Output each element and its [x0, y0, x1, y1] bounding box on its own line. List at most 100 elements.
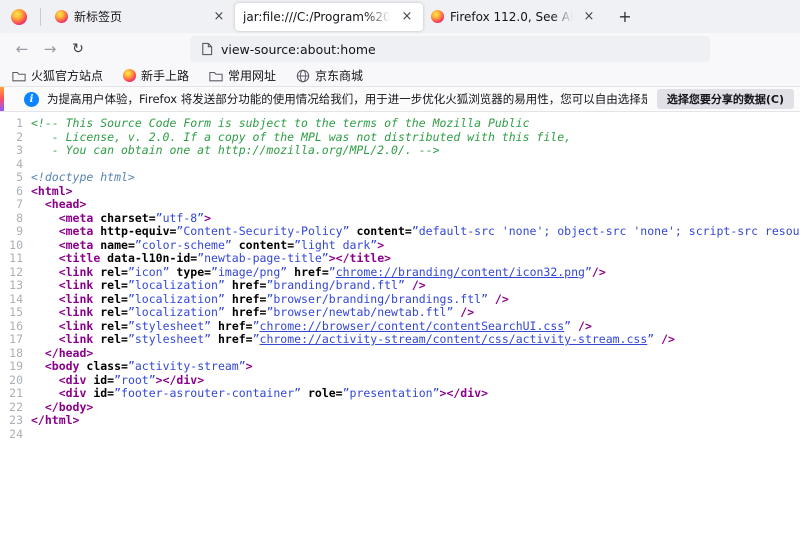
source-token-value: ”branding/brand.ftl” [266, 278, 404, 292]
source-token-value: ”localization” [128, 278, 225, 292]
source-token-comment: - You can obtain one at http://mozilla.o… [31, 143, 440, 157]
source-token-value: ”Content-Security-Policy” [176, 224, 349, 238]
tab-close-icon[interactable]: × [399, 9, 415, 25]
back-button[interactable]: ← [8, 36, 36, 62]
line-number: 18 [5, 347, 23, 361]
source-token-tag: > [204, 211, 211, 225]
tab-separator [40, 8, 41, 26]
code-line: 22 </body> [5, 401, 800, 415]
source-token-tag: <html> [31, 184, 73, 198]
source-link[interactable]: chrome://browser/content/contentSearchUI… [260, 319, 565, 333]
tab-firefox-release-notes[interactable]: Firefox 112.0, See All New Fea × [423, 3, 605, 31]
source-token-text [31, 373, 59, 387]
line-number: 17 [5, 333, 23, 347]
source-token-text [31, 359, 45, 373]
line-number: 2 [5, 131, 23, 145]
source-link[interactable]: chrome://branding/content/icon32.png [336, 265, 585, 279]
code-line: 15 <link rel=”localization” href=”browse… [5, 306, 800, 320]
bookmark-label: 火狐官方站点 [31, 67, 103, 84]
source-token-text [31, 238, 59, 252]
tab-jar-file-active[interactable]: jar:file:///C:/Program%20Files/Mo × [235, 3, 423, 31]
source-token-value: ”light dark” [294, 238, 377, 252]
forward-button[interactable]: → [36, 36, 64, 62]
line-number: 15 [5, 306, 23, 320]
source-token-text [31, 386, 59, 400]
line-number: 20 [5, 374, 23, 388]
source-token-value: ”activity-stream” [128, 359, 246, 373]
source-token-attr: href= [211, 332, 253, 346]
code-line: 18 </head> [5, 347, 800, 361]
tab-new-tab-page[interactable]: 新标签页 × [47, 3, 235, 31]
source-token-attr: href= [211, 319, 253, 333]
folder-icon [209, 69, 223, 83]
source-token-tag: <link [59, 278, 94, 292]
source-token-text [31, 292, 59, 306]
source-token-attr: id= [86, 386, 114, 400]
firefox-app-button[interactable] [4, 3, 34, 31]
code-line: 1<!-- This Source Code Form is subject t… [5, 117, 800, 131]
source-token-value: ”footer-asrouter-container” [114, 386, 301, 400]
source-token-value: ”newtab-page-title” [197, 251, 329, 265]
code-line: 19 <body class=”activity-stream”> [5, 360, 800, 374]
bookmark-getting-started[interactable]: 新手上路 [123, 67, 189, 84]
source-token-tag: <div [59, 373, 87, 387]
source-token-attr: rel= [93, 319, 128, 333]
code-line: 7 <head> [5, 198, 800, 212]
new-tab-button[interactable]: + [611, 4, 639, 30]
source-token-value: ” [585, 265, 592, 279]
source-token-attr: class= [79, 359, 127, 373]
source-token-tag: /> [405, 278, 426, 292]
bookmark-common-sites[interactable]: 常用网址 [209, 67, 276, 84]
source-token-tag: /> [654, 332, 675, 346]
tab-bar: 新标签页 × jar:file:///C:/Program%20Files/Mo… [0, 0, 800, 33]
tab-close-icon[interactable]: × [211, 9, 227, 25]
source-token-attr: rel= [93, 265, 128, 279]
source-token-attr: charset= [93, 211, 155, 225]
source-token-value: ” [329, 265, 336, 279]
tab-close-icon[interactable]: × [581, 9, 597, 25]
url-text: view-source:about:home [221, 42, 376, 57]
line-number: 9 [5, 225, 23, 239]
source-token-text [31, 251, 59, 265]
page-icon [199, 42, 213, 56]
source-token-attr: rel= [93, 305, 128, 319]
code-line: 12 <link rel=”icon” type=”image/png” hre… [5, 266, 800, 280]
source-token-value: ”localization” [128, 305, 225, 319]
source-token-tag: <body [45, 359, 80, 373]
globe-icon [296, 69, 310, 83]
source-token-tag: ></title> [329, 251, 391, 265]
source-token-tag: <meta [59, 211, 94, 225]
source-token-tag: <meta [59, 224, 94, 238]
choose-shared-data-button[interactable]: 选择您要分享的数据(C) [657, 89, 794, 109]
code-line: 14 <link rel=”localization” href=”browse… [5, 293, 800, 307]
source-token-value: ”icon” [128, 265, 170, 279]
tab-label: Firefox 112.0, See All New Fea [450, 10, 575, 24]
line-number: 6 [5, 185, 23, 199]
bookmark-firefox-official[interactable]: 火狐官方站点 [12, 67, 103, 84]
bookmarks-toolbar: 火狐官方站点 新手上路 常用网址 京东商城 [0, 65, 800, 86]
source-token-value: ” [253, 332, 260, 346]
source-token-text [31, 305, 59, 319]
line-number: 3 [5, 144, 23, 158]
bookmark-jd-mall[interactable]: 京东商城 [296, 67, 363, 84]
tab-label: 新标签页 [74, 8, 205, 25]
browser-window: { "tabs": { "items": [ { "label": "新标签页"… [0, 0, 800, 533]
code-line: 16 <link rel=”stylesheet” href=”chrome:/… [5, 320, 800, 334]
source-token-attr: type= [170, 265, 212, 279]
source-token-value: ”browser/newtab/newtab.ftl” [266, 305, 453, 319]
source-token-attr: href= [287, 265, 329, 279]
reload-button[interactable]: ↻ [64, 36, 92, 62]
source-token-value: ”image/png” [211, 265, 287, 279]
source-token-text [31, 224, 59, 238]
source-token-tag: </html> [31, 413, 79, 427]
code-line: 8 <meta charset=”utf-8”> [5, 212, 800, 226]
source-token-tag: <link [59, 319, 94, 333]
line-number: 8 [5, 212, 23, 226]
source-token-attr: content= [350, 224, 412, 238]
line-number: 14 [5, 293, 23, 307]
code-line: 21 <div id=”footer-asrouter-container” r… [5, 387, 800, 401]
firefox-favicon-icon [55, 10, 68, 23]
source-link[interactable]: chrome://activity-stream/content/css/act… [260, 332, 648, 346]
source-token-tag: ></div> [440, 386, 488, 400]
address-bar[interactable]: view-source:about:home [190, 36, 710, 62]
